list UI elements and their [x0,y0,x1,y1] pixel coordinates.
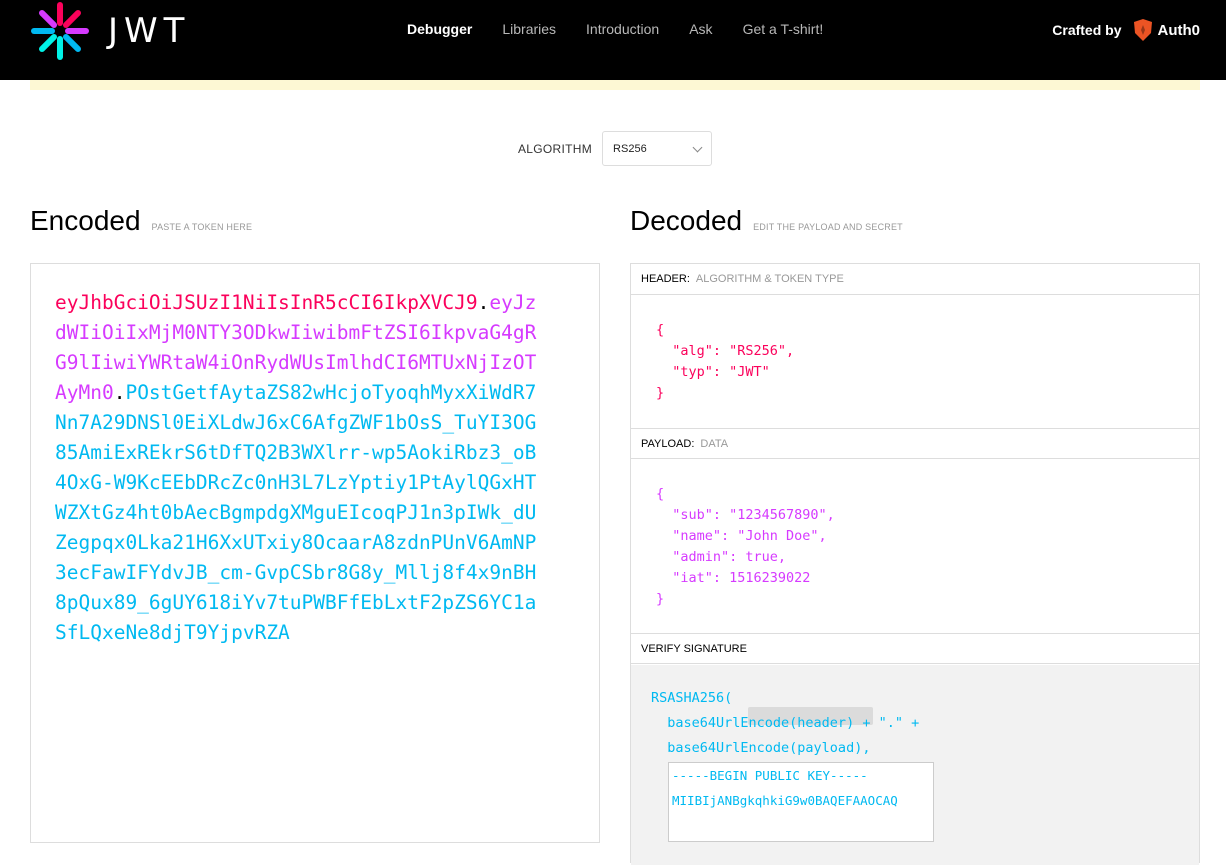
algorithm-row: ALGORITHM RS256 [518,131,713,166]
verify-code: RSASHA256( base64UrlEncode(header) + "."… [651,690,920,756]
payload-section-title: PAYLOAD: DATA [631,428,1199,459]
nav-get-tshirt[interactable]: Get a T-shirt! [743,21,824,37]
header-label: HEADER: [641,273,690,285]
encoded-heading: Encoded PASTE A TOKEN HERE [30,205,252,237]
chevron-down-icon [692,142,703,152]
token-header-part: eyJhbGciOiJSUzI1NiIsInR5cCI6IkpXVCJ9 [55,291,478,314]
crafted-by[interactable]: Crafted by Auth0 [1052,18,1200,42]
top-navbar: JWT Debugger Libraries Introduction Ask … [0,0,1226,80]
algorithm-value: RS256 [613,142,647,155]
crafted-by-label: Crafted by [1052,22,1122,38]
encoded-token-text[interactable]: eyJhbGciOiJSUzI1NiIsInR5cCI6IkpXVCJ9.eyJ… [55,288,537,648]
verify-section-title: VERIFY SIGNATURE [631,633,1199,664]
decoded-heading: Decoded EDIT THE PAYLOAD AND SECRET [630,205,903,237]
main-nav: Debugger Libraries Introduction Ask Get … [407,21,823,37]
notice-banner [30,80,1200,90]
public-key-input[interactable]: -----BEGIN PUBLIC KEY----- MIIBIjANBgkqh… [668,762,934,842]
decoded-panel: HEADER: ALGORITHM & TOKEN TYPE { "alg": … [630,263,1200,865]
jwt-logo[interactable]: JWT [30,0,190,62]
token-dot: . [113,381,126,404]
nav-debugger[interactable]: Debugger [407,21,472,37]
auth0-text: Auth0 [1157,21,1201,39]
payload-desc: DATA [700,437,729,450]
nav-libraries[interactable]: Libraries [502,21,556,37]
auth0-logo: Auth0 [1132,18,1201,42]
algorithm-label: ALGORITHM [518,141,593,156]
decoded-title: Decoded [630,205,743,236]
token-signature-part: POstGetfAytaZS82wHcjoTyoqhMyxXiWdR7Nn7A2… [55,381,537,644]
nav-ask[interactable]: Ask [689,21,712,37]
header-desc: ALGORITHM & TOKEN TYPE [695,273,844,285]
verify-signature-body: RSASHA256( base64UrlEncode(header) + "."… [631,665,1199,865]
auth0-shield-icon [1133,19,1152,41]
header-section-title: HEADER: ALGORITHM & TOKEN TYPE [631,264,1199,295]
token-dot: . [477,291,490,314]
algorithm-select[interactable]: RS256 [602,131,713,166]
payload-label: PAYLOAD: [641,437,695,450]
encoded-subtitle: PASTE A TOKEN HERE [151,222,253,232]
header-json-editor[interactable]: { "alg": "RS256", "typ": "JWT" } [656,320,794,404]
decoded-subtitle: EDIT THE PAYLOAD AND SECRET [753,222,903,232]
logo-text: JWT [108,11,191,51]
jwt-logo-icon [31,2,89,60]
encoded-title: Encoded [30,205,141,236]
payload-json-editor[interactable]: { "sub": "1234567890", "name": "John Doe… [656,484,835,610]
verify-label: VERIFY SIGNATURE [641,642,747,655]
nav-introduction[interactable]: Introduction [586,21,659,37]
